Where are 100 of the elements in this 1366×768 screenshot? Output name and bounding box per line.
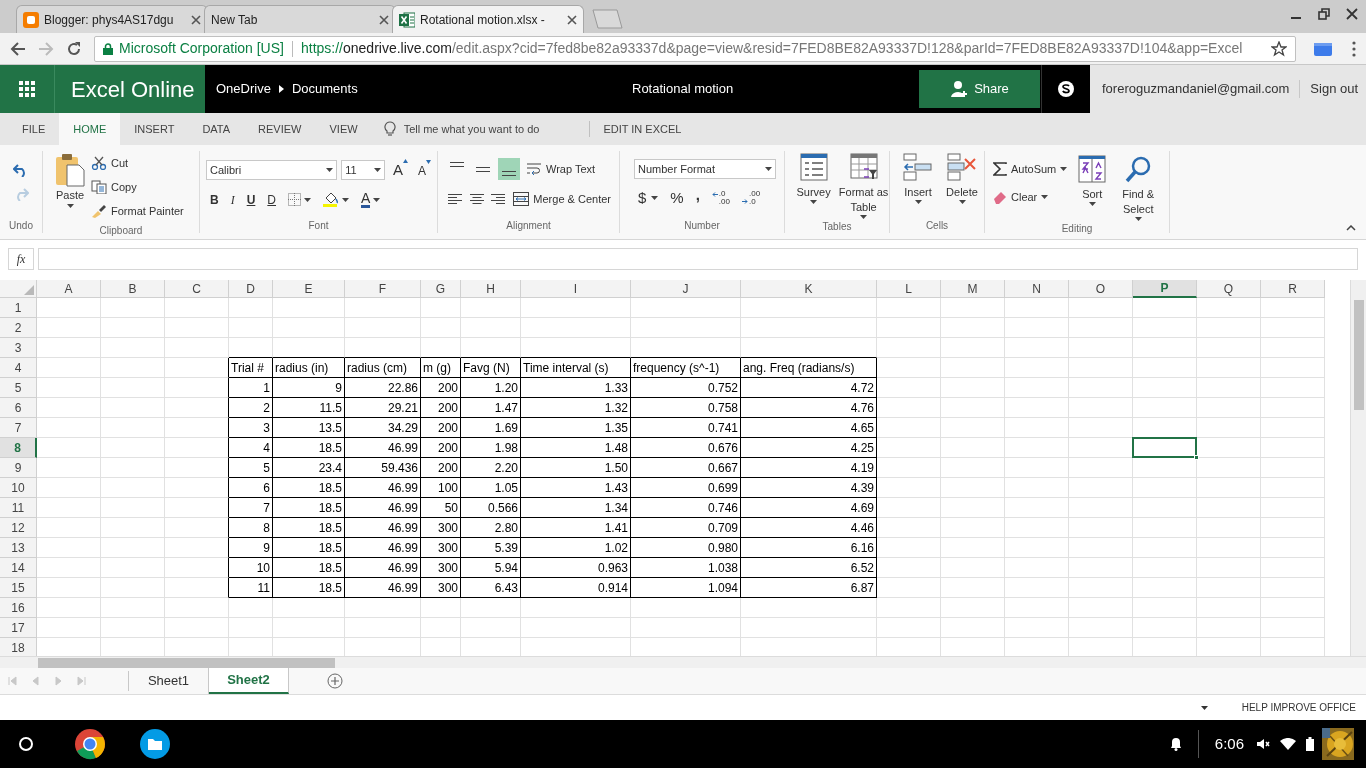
edit-in-excel-tab[interactable]: EDIT IN EXCEL [590, 113, 695, 145]
ribbon-tab[interactable]: FILE [8, 113, 60, 145]
font-color-button[interactable]: A [361, 191, 381, 208]
fill-color-button[interactable] [323, 191, 349, 208]
paste-button[interactable]: Paste [55, 151, 85, 223]
scrollbar-thumb[interactable] [1354, 300, 1364, 410]
row-header[interactable]: 4 [0, 358, 37, 378]
active-cell[interactable] [1133, 438, 1197, 458]
merge-center-button[interactable]: Merge & Center [513, 187, 611, 211]
menu-icon[interactable] [1352, 40, 1356, 57]
grid-cell[interactable] [165, 498, 229, 518]
survey-button[interactable]: Survey [795, 153, 833, 219]
ribbon-tab[interactable]: DATA [188, 113, 245, 145]
font-size-dropdown[interactable]: 11 [341, 160, 385, 181]
add-sheet-icon[interactable] [327, 673, 343, 689]
star-icon[interactable] [1271, 40, 1287, 57]
share-button[interactable]: Share [919, 70, 1040, 108]
column-header[interactable]: G [421, 280, 461, 298]
currency-button[interactable]: $ [638, 187, 659, 210]
row-header[interactable]: 11 [0, 498, 37, 518]
number-format-dropdown[interactable]: Number Format [634, 159, 776, 179]
grid-cell[interactable] [165, 578, 229, 598]
mute-icon[interactable] [1256, 737, 1270, 751]
battery-icon[interactable] [1306, 737, 1314, 751]
app-launcher-button[interactable] [0, 65, 55, 113]
column-header[interactable]: A [37, 280, 101, 298]
folder-icon[interactable] [140, 729, 170, 759]
close-icon[interactable] [379, 14, 389, 25]
row-header[interactable]: 2 [0, 318, 37, 338]
grid-cell[interactable] [165, 378, 229, 398]
column-header[interactable]: C [165, 280, 229, 298]
row-header[interactable]: 14 [0, 558, 37, 578]
ribbon-tab[interactable]: INSERT [120, 113, 189, 145]
column-header[interactable]: M [941, 280, 1005, 298]
grid-cell[interactable] [165, 438, 229, 458]
first-sheet-icon[interactable] [8, 676, 17, 686]
column-header[interactable]: H [461, 280, 521, 298]
row-header[interactable]: 1 [0, 298, 37, 318]
reload-icon[interactable] [66, 40, 82, 57]
extension-icon[interactable] [1314, 40, 1332, 57]
grid-cell[interactable] [165, 418, 229, 438]
back-icon[interactable] [10, 40, 26, 57]
underline-button[interactable]: U [246, 190, 256, 209]
formula-input[interactable] [38, 248, 1358, 270]
breadcrumb-link[interactable]: Documents [291, 79, 358, 99]
breadcrumb-link[interactable]: OneDrive [216, 79, 271, 99]
increase-decimal-button[interactable]: .0 .00 [711, 190, 730, 207]
column-header[interactable]: E [273, 280, 345, 298]
feedback-link[interactable]: HELP IMPROVE OFFICE [1241, 700, 1356, 715]
grid-cell[interactable] [165, 518, 229, 538]
delete-button[interactable]: Delete [944, 153, 980, 218]
ribbon-tab[interactable]: VIEW [315, 113, 372, 145]
grid-cell[interactable] [165, 458, 229, 478]
insert-button[interactable]: Insert [900, 153, 936, 218]
select-all-icon[interactable] [24, 285, 34, 295]
row-header[interactable]: 13 [0, 538, 37, 558]
copy-button[interactable]: Copy [91, 175, 184, 199]
row-header[interactable]: 5 [0, 378, 37, 398]
collapse-icon[interactable] [1346, 225, 1356, 231]
sign-out-link[interactable]: Sign out [1310, 79, 1359, 99]
row-header[interactable]: 15 [0, 578, 37, 598]
address-bar[interactable]: Microsoft Corporation [US] https://onedrive.live.com/edit.aspx?cid=7fed8be82a93337d&page=view&resid=7FED8BE82A93337D!128&parId=7FED8BE82A93337D!104&app=Excel [94, 35, 1296, 62]
new-tab-icon[interactable] [590, 9, 624, 29]
clear-button[interactable]: Clear [993, 185, 1068, 209]
sort-button[interactable]: Sort [1077, 155, 1108, 221]
launcher-icon[interactable] [18, 736, 34, 752]
row-header[interactable]: 18 [0, 638, 37, 656]
row-header[interactable]: 6 [0, 398, 37, 418]
double-underline-button[interactable]: D [267, 190, 276, 209]
restore-icon[interactable] [1318, 8, 1330, 20]
align-button[interactable] [498, 158, 520, 180]
last-sheet-icon[interactable] [77, 676, 86, 686]
row-header[interactable]: 10 [0, 478, 37, 498]
format-painter-button[interactable]: Format Painter [91, 199, 184, 223]
column-header[interactable]: I [521, 280, 631, 298]
decrease-decimal-button[interactable]: .00 .0 [742, 190, 761, 207]
next-sheet-icon[interactable] [54, 676, 63, 686]
row-header[interactable]: 17 [0, 618, 37, 638]
browser-icon[interactable] [74, 728, 106, 760]
ribbon-tab[interactable]: REVIEW [244, 113, 316, 145]
grow-font-button[interactable]: A [392, 159, 408, 182]
shrink-font-button[interactable]: A [418, 160, 431, 181]
notification-icon[interactable] [1169, 737, 1182, 751]
ribbon-tab[interactable]: HOME [59, 113, 121, 145]
column-header[interactable]: F [345, 280, 421, 298]
borders-button[interactable] [288, 193, 311, 206]
row-header[interactable]: 12 [0, 518, 37, 538]
column-header[interactable]: P [1133, 280, 1197, 298]
cut-button[interactable]: Cut [91, 151, 184, 175]
grid-cell[interactable] [165, 558, 229, 578]
row-header[interactable]: 7 [0, 418, 37, 438]
column-header[interactable]: L [877, 280, 941, 298]
grid-cell[interactable] [165, 478, 229, 498]
comma-button[interactable]: , [695, 190, 700, 207]
percent-button[interactable]: % [670, 187, 684, 210]
row-header[interactable]: 9 [0, 458, 37, 478]
font-name-dropdown[interactable]: Calibri [206, 160, 338, 181]
wifi-icon[interactable] [1280, 738, 1296, 750]
autosum-button[interactable]: AutoSum [993, 157, 1068, 181]
column-header[interactable]: R [1261, 280, 1325, 298]
